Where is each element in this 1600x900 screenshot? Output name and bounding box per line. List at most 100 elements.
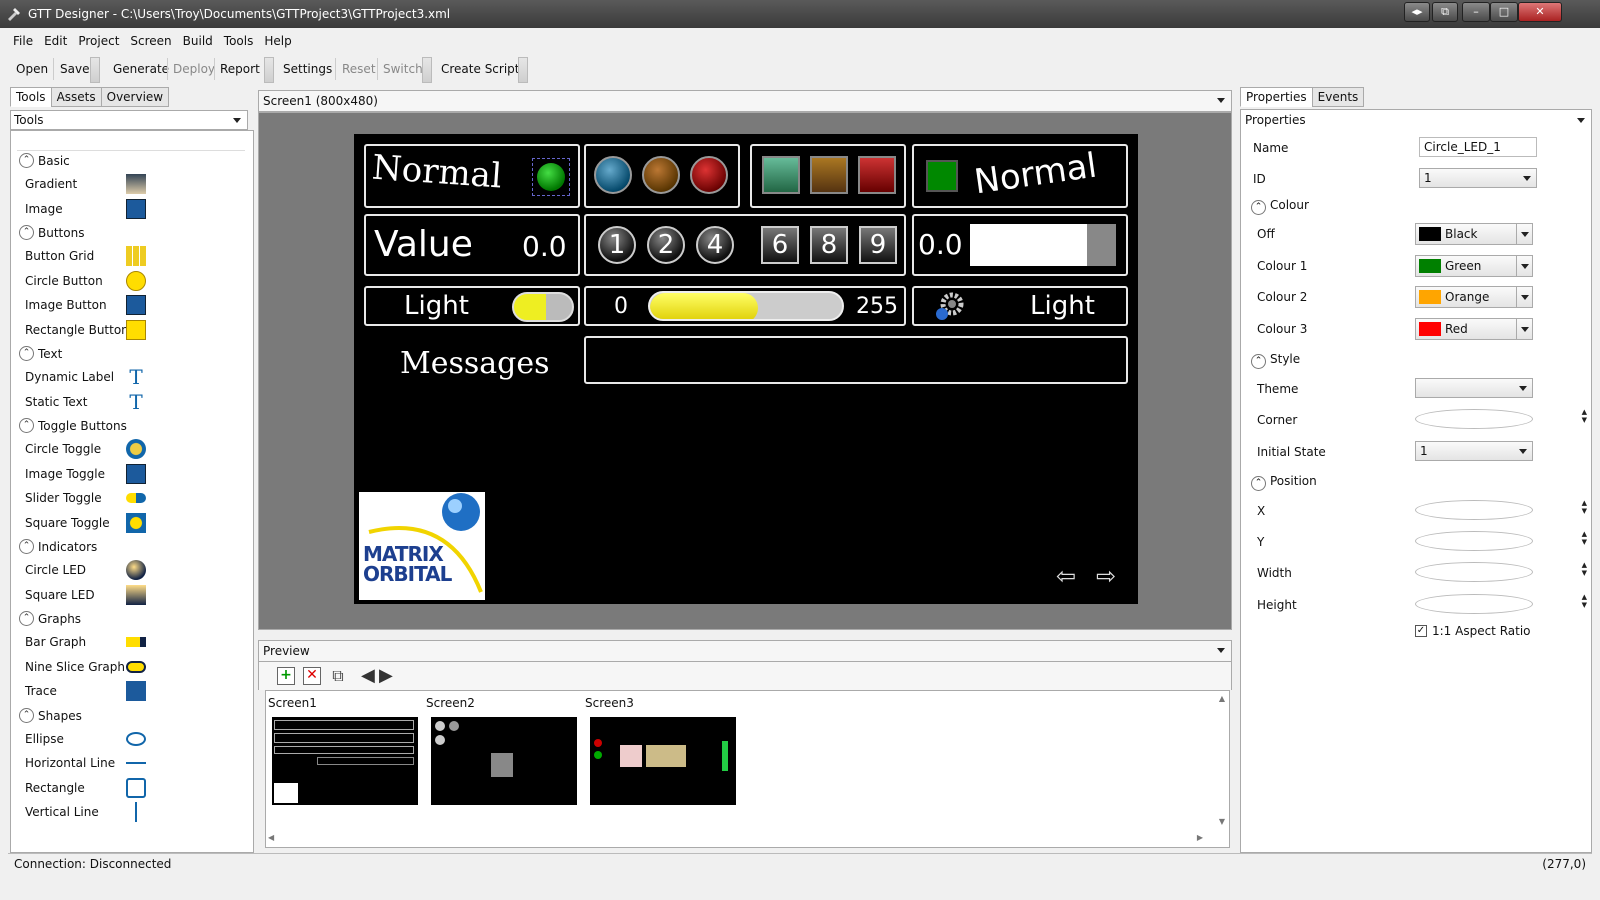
category-buttons[interactable]: ⌃ Buttons <box>19 223 84 243</box>
settings-button[interactable]: Settings <box>279 58 336 80</box>
circle-led-selected[interactable] <box>537 163 565 191</box>
create-script-button[interactable]: Create Script <box>437 58 524 80</box>
tool-trace[interactable]: Trace <box>25 681 57 701</box>
save-button[interactable]: Save <box>56 58 93 80</box>
menu-file[interactable]: File <box>8 30 38 52</box>
collapse-icon[interactable]: ⌃ <box>1251 200 1266 215</box>
messages-box[interactable] <box>584 336 1128 384</box>
height-field[interactable]: 32 <box>1415 594 1533 614</box>
tool-gradient[interactable]: Gradient <box>25 174 77 194</box>
dock-button[interactable]: ⧉ <box>1432 2 1458 22</box>
screen-thumbnail-2[interactable] <box>431 717 577 805</box>
scroll-right-icon[interactable]: ▶ <box>1197 833 1203 842</box>
theme-select[interactable] <box>1415 378 1533 398</box>
spin-arrows-icon[interactable]: ▲ ▼ <box>1582 530 1587 546</box>
collapse-icon[interactable]: ⌃ <box>19 611 34 626</box>
add-screen-icon[interactable]: + <box>277 667 295 685</box>
tool-square-led[interactable]: Square LED <box>25 585 95 605</box>
lcd-screen[interactable]: Normal Normal Value 0.0 1 2 4 6 8 9 0.0 … <box>354 134 1138 604</box>
chevron-down-icon[interactable] <box>1516 319 1532 339</box>
screen-canvas[interactable]: Normal Normal Value 0.0 1 2 4 6 8 9 0.0 … <box>258 112 1232 630</box>
square-led-red[interactable] <box>858 156 896 194</box>
normal-label-panel[interactable]: Normal <box>364 144 580 208</box>
arrow-left-icon[interactable]: ⇦ <box>1056 562 1076 590</box>
screen-thumbnail-1[interactable] <box>272 717 418 805</box>
value-panel[interactable]: Value 0.0 <box>364 214 580 276</box>
spin-arrows-icon[interactable]: ▲ ▼ <box>1582 561 1587 577</box>
square-led-green[interactable] <box>762 156 800 194</box>
collapse-icon[interactable]: ⌃ <box>1251 354 1266 369</box>
light-toggle-panel[interactable]: Light <box>364 286 580 326</box>
circle-led-blue[interactable] <box>594 156 632 194</box>
circle-button-2[interactable]: 2 <box>647 226 685 264</box>
collapse-icon[interactable]: ⌃ <box>19 346 34 361</box>
menu-edit[interactable]: Edit <box>39 30 72 52</box>
tab-overview[interactable]: Overview <box>100 87 170 107</box>
scroll-left-icon[interactable]: ◀ <box>268 833 274 842</box>
toolbar-grip[interactable] <box>518 57 528 83</box>
spin-arrows-icon[interactable]: ▲ ▼ <box>1582 499 1587 515</box>
gear-icon[interactable] <box>932 290 968 324</box>
width-field[interactable]: 32 <box>1415 562 1533 582</box>
switch-button[interactable]: Switch <box>379 58 427 80</box>
position-section[interactable]: ⌃ Position <box>1251 474 1317 491</box>
slider-track[interactable] <box>648 291 844 321</box>
tab-properties[interactable]: Properties <box>1240 87 1313 107</box>
report-button[interactable]: Report <box>216 58 264 80</box>
tool-image[interactable]: Image <box>25 199 63 219</box>
generate-button[interactable]: Generate <box>109 58 173 80</box>
category-shapes[interactable]: ⌃ Shapes <box>19 706 82 726</box>
name-field[interactable]: Circle_LED_1 <box>1419 137 1537 157</box>
toolbar-grip[interactable] <box>90 57 100 83</box>
duplicate-screen-icon[interactable]: ⧉ <box>329 667 347 685</box>
collapse-icon[interactable]: ⌃ <box>1251 476 1266 491</box>
tool-static-text[interactable]: Static Text <box>25 392 87 412</box>
menu-build[interactable]: Build <box>178 30 218 52</box>
category-graphs[interactable]: ⌃ Graphs <box>19 609 81 629</box>
chevron-down-icon[interactable] <box>1516 256 1532 276</box>
x-field[interactable]: 182 <box>1415 500 1533 520</box>
tool-vertical-line[interactable]: Vertical Line <box>25 802 99 822</box>
tool-button-grid[interactable]: Button Grid <box>25 246 94 266</box>
deploy-button[interactable]: Deploy <box>169 58 219 80</box>
tab-assets[interactable]: Assets <box>50 87 102 107</box>
colour3-select[interactable]: Red <box>1415 318 1533 340</box>
tool-square-toggle[interactable]: Square Toggle <box>25 513 110 533</box>
circle-button-4[interactable]: 4 <box>696 226 734 264</box>
category-indicators[interactable]: ⌃ Indicators <box>19 537 97 557</box>
screen-editor-header[interactable]: Screen1 (800x480) <box>258 90 1232 112</box>
tool-rectangle-button[interactable]: Rectangle Button <box>25 320 129 340</box>
chevron-down-icon[interactable] <box>233 118 241 123</box>
collapse-icon[interactable]: ⌃ <box>19 225 34 240</box>
category-basic[interactable]: ⌃ Basic <box>19 151 70 171</box>
slider-toggle[interactable] <box>512 292 574 322</box>
chevron-down-icon[interactable] <box>1516 287 1532 307</box>
open-button[interactable]: Open <box>12 58 52 80</box>
category-toggle-buttons[interactable]: ⌃ Toggle Buttons <box>19 416 127 436</box>
tool-circle-toggle[interactable]: Circle Toggle <box>25 439 101 459</box>
initial-state-select[interactable]: 1 <box>1415 441 1533 461</box>
menu-help[interactable]: Help <box>259 30 296 52</box>
tab-events[interactable]: Events <box>1311 87 1365 107</box>
scroll-down-icon[interactable]: ▼ <box>1219 817 1225 826</box>
spin-arrows-icon[interactable]: ▲ ▼ <box>1582 593 1587 609</box>
spin-arrows-icon[interactable]: ▲ ▼ <box>1582 408 1587 424</box>
tool-circle-led[interactable]: Circle LED <box>25 560 86 580</box>
id-select[interactable]: 1 <box>1419 168 1537 188</box>
chevron-down-icon[interactable] <box>1217 648 1225 653</box>
move-left-icon[interactable]: ◀ <box>361 665 375 686</box>
y-field[interactable]: 27 <box>1415 531 1533 551</box>
screen-thumbnail-3[interactable] <box>590 717 736 805</box>
off-colour-select[interactable]: Black <box>1415 223 1533 245</box>
chevron-down-icon[interactable] <box>1516 224 1532 244</box>
menu-tools[interactable]: Tools <box>219 30 259 52</box>
tool-bar-graph[interactable]: Bar Graph <box>25 632 86 652</box>
tool-horizontal-line[interactable]: Horizontal Line <box>25 753 115 773</box>
preview-header[interactable]: Preview <box>258 640 1232 662</box>
close-button[interactable]: ✕ <box>1518 2 1562 22</box>
delete-screen-icon[interactable]: ✕ <box>303 667 321 685</box>
square-led-brown[interactable] <box>810 156 848 194</box>
tool-dynamic-label[interactable]: Dynamic Label <box>25 367 114 387</box>
toolbar-grip[interactable] <box>422 57 432 83</box>
light-image-toggle-panel[interactable]: Light <box>912 286 1128 326</box>
